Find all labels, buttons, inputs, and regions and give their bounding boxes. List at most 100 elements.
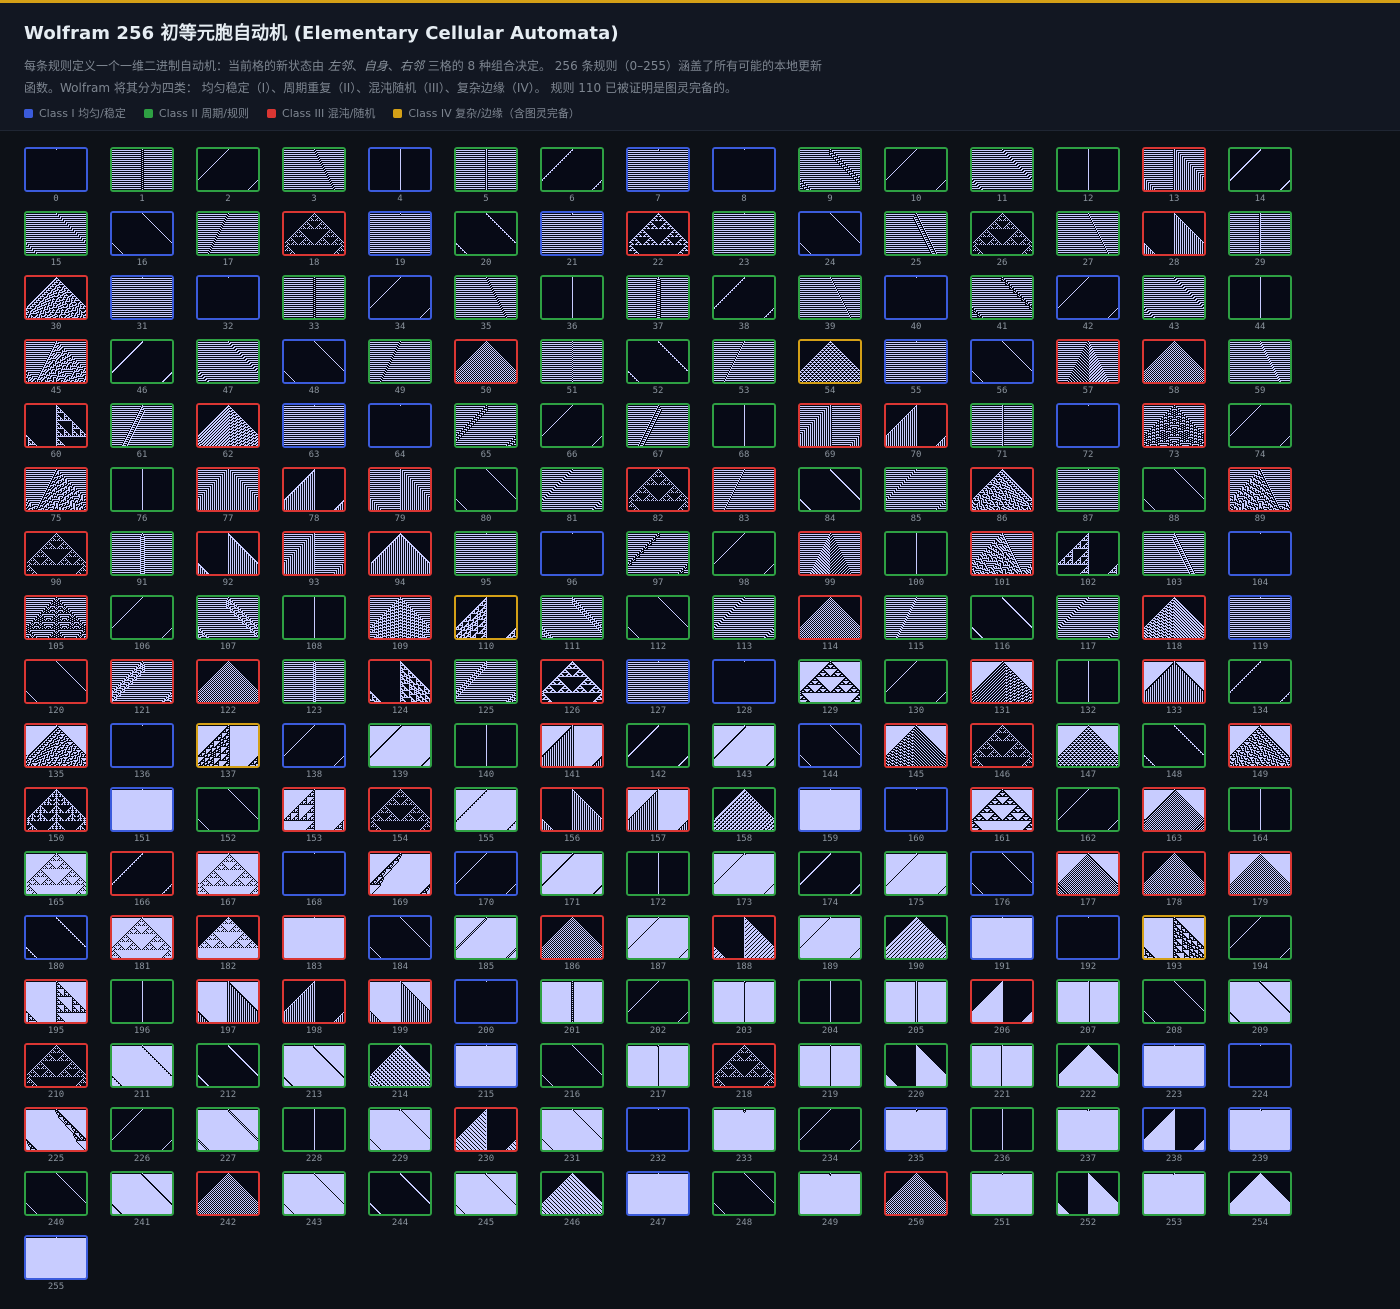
rule-thumbnail[interactable] bbox=[196, 1171, 260, 1216]
rule-cell-214[interactable]: 214 bbox=[368, 1043, 432, 1107]
rule-cell-110[interactable]: 110 bbox=[454, 595, 518, 659]
rule-thumbnail[interactable] bbox=[798, 211, 862, 256]
rule-thumbnail[interactable] bbox=[110, 211, 174, 256]
rule-thumbnail[interactable] bbox=[884, 659, 948, 704]
rule-cell-133[interactable]: 133 bbox=[1142, 659, 1206, 723]
rule-thumbnail[interactable] bbox=[454, 403, 518, 448]
rule-thumbnail[interactable] bbox=[1228, 787, 1292, 832]
rule-thumbnail[interactable] bbox=[282, 1043, 346, 1088]
rule-cell-39[interactable]: 39 bbox=[798, 275, 862, 339]
rule-thumbnail[interactable] bbox=[282, 915, 346, 960]
rule-cell-69[interactable]: 69 bbox=[798, 403, 862, 467]
rule-thumbnail[interactable] bbox=[970, 979, 1034, 1024]
rule-cell-97[interactable]: 97 bbox=[626, 531, 690, 595]
rule-cell-156[interactable]: 156 bbox=[540, 787, 604, 851]
rule-cell-248[interactable]: 248 bbox=[712, 1171, 776, 1235]
rule-thumbnail[interactable] bbox=[110, 531, 174, 576]
rule-cell-240[interactable]: 240 bbox=[24, 1171, 88, 1235]
rule-cell-226[interactable]: 226 bbox=[110, 1107, 174, 1171]
rule-cell-219[interactable]: 219 bbox=[798, 1043, 862, 1107]
rule-thumbnail[interactable] bbox=[368, 339, 432, 384]
rule-thumbnail[interactable] bbox=[970, 147, 1034, 192]
rule-thumbnail[interactable] bbox=[798, 531, 862, 576]
rule-cell-173[interactable]: 173 bbox=[712, 851, 776, 915]
rule-thumbnail[interactable] bbox=[1228, 275, 1292, 320]
rule-thumbnail[interactable] bbox=[712, 531, 776, 576]
rule-thumbnail[interactable] bbox=[1142, 339, 1206, 384]
rule-cell-168[interactable]: 168 bbox=[282, 851, 346, 915]
rule-cell-223[interactable]: 223 bbox=[1142, 1043, 1206, 1107]
rule-thumbnail[interactable] bbox=[282, 1107, 346, 1152]
rule-cell-150[interactable]: 150 bbox=[24, 787, 88, 851]
rule-cell-224[interactable]: 224 bbox=[1228, 1043, 1292, 1107]
rule-cell-83[interactable]: 83 bbox=[712, 467, 776, 531]
rule-thumbnail[interactable] bbox=[1056, 339, 1120, 384]
rule-thumbnail[interactable] bbox=[282, 979, 346, 1024]
rule-thumbnail[interactable] bbox=[884, 275, 948, 320]
rule-thumbnail[interactable] bbox=[110, 275, 174, 320]
rule-cell-93[interactable]: 93 bbox=[282, 531, 346, 595]
rule-thumbnail[interactable] bbox=[798, 339, 862, 384]
rule-thumbnail[interactable] bbox=[282, 723, 346, 768]
rule-cell-34[interactable]: 34 bbox=[368, 275, 432, 339]
rule-cell-254[interactable]: 254 bbox=[1228, 1171, 1292, 1235]
rule-cell-155[interactable]: 155 bbox=[454, 787, 518, 851]
rule-cell-194[interactable]: 194 bbox=[1228, 915, 1292, 979]
rule-thumbnail[interactable] bbox=[368, 1043, 432, 1088]
rule-cell-56[interactable]: 56 bbox=[970, 339, 1034, 403]
rule-cell-58[interactable]: 58 bbox=[1142, 339, 1206, 403]
rule-thumbnail[interactable] bbox=[110, 659, 174, 704]
rule-cell-91[interactable]: 91 bbox=[110, 531, 174, 595]
rule-thumbnail[interactable] bbox=[454, 659, 518, 704]
rule-cell-45[interactable]: 45 bbox=[24, 339, 88, 403]
rule-thumbnail[interactable] bbox=[282, 787, 346, 832]
rule-cell-147[interactable]: 147 bbox=[1056, 723, 1120, 787]
rule-thumbnail[interactable] bbox=[540, 1107, 604, 1152]
rule-thumbnail[interactable] bbox=[368, 979, 432, 1024]
rule-thumbnail[interactable] bbox=[1056, 1107, 1120, 1152]
rule-thumbnail[interactable] bbox=[454, 851, 518, 896]
rule-cell-20[interactable]: 20 bbox=[454, 211, 518, 275]
rule-cell-96[interactable]: 96 bbox=[540, 531, 604, 595]
rule-cell-225[interactable]: 225 bbox=[24, 1107, 88, 1171]
rule-cell-202[interactable]: 202 bbox=[626, 979, 690, 1043]
rule-cell-124[interactable]: 124 bbox=[368, 659, 432, 723]
rule-cell-119[interactable]: 119 bbox=[1228, 595, 1292, 659]
rule-thumbnail[interactable] bbox=[884, 339, 948, 384]
rule-cell-117[interactable]: 117 bbox=[1056, 595, 1120, 659]
rule-thumbnail[interactable] bbox=[368, 595, 432, 640]
rule-cell-100[interactable]: 100 bbox=[884, 531, 948, 595]
rule-cell-5[interactable]: 5 bbox=[454, 147, 518, 211]
rule-thumbnail[interactable] bbox=[282, 211, 346, 256]
rule-cell-75[interactable]: 75 bbox=[24, 467, 88, 531]
rule-thumbnail[interactable] bbox=[196, 1043, 260, 1088]
rule-thumbnail[interactable] bbox=[626, 211, 690, 256]
rule-thumbnail[interactable] bbox=[110, 851, 174, 896]
rule-cell-105[interactable]: 105 bbox=[24, 595, 88, 659]
rule-thumbnail[interactable] bbox=[970, 723, 1034, 768]
rule-thumbnail[interactable] bbox=[798, 147, 862, 192]
rule-cell-43[interactable]: 43 bbox=[1142, 275, 1206, 339]
rule-thumbnail[interactable] bbox=[884, 595, 948, 640]
rule-cell-59[interactable]: 59 bbox=[1228, 339, 1292, 403]
rule-cell-218[interactable]: 218 bbox=[712, 1043, 776, 1107]
rule-thumbnail[interactable] bbox=[368, 1107, 432, 1152]
rule-cell-198[interactable]: 198 bbox=[282, 979, 346, 1043]
rule-cell-247[interactable]: 247 bbox=[626, 1171, 690, 1235]
rule-cell-126[interactable]: 126 bbox=[540, 659, 604, 723]
rule-cell-172[interactable]: 172 bbox=[626, 851, 690, 915]
rule-cell-140[interactable]: 140 bbox=[454, 723, 518, 787]
rule-cell-151[interactable]: 151 bbox=[110, 787, 174, 851]
rule-cell-217[interactable]: 217 bbox=[626, 1043, 690, 1107]
rule-thumbnail[interactable] bbox=[540, 531, 604, 576]
rule-thumbnail[interactable] bbox=[798, 595, 862, 640]
rule-thumbnail[interactable] bbox=[24, 595, 88, 640]
rule-thumbnail[interactable] bbox=[24, 1235, 88, 1280]
rule-cell-90[interactable]: 90 bbox=[24, 531, 88, 595]
rule-thumbnail[interactable] bbox=[1056, 595, 1120, 640]
rule-cell-26[interactable]: 26 bbox=[970, 211, 1034, 275]
rule-thumbnail[interactable] bbox=[798, 1107, 862, 1152]
rule-thumbnail[interactable] bbox=[1142, 787, 1206, 832]
rule-cell-132[interactable]: 132 bbox=[1056, 659, 1120, 723]
rule-thumbnail[interactable] bbox=[1228, 851, 1292, 896]
